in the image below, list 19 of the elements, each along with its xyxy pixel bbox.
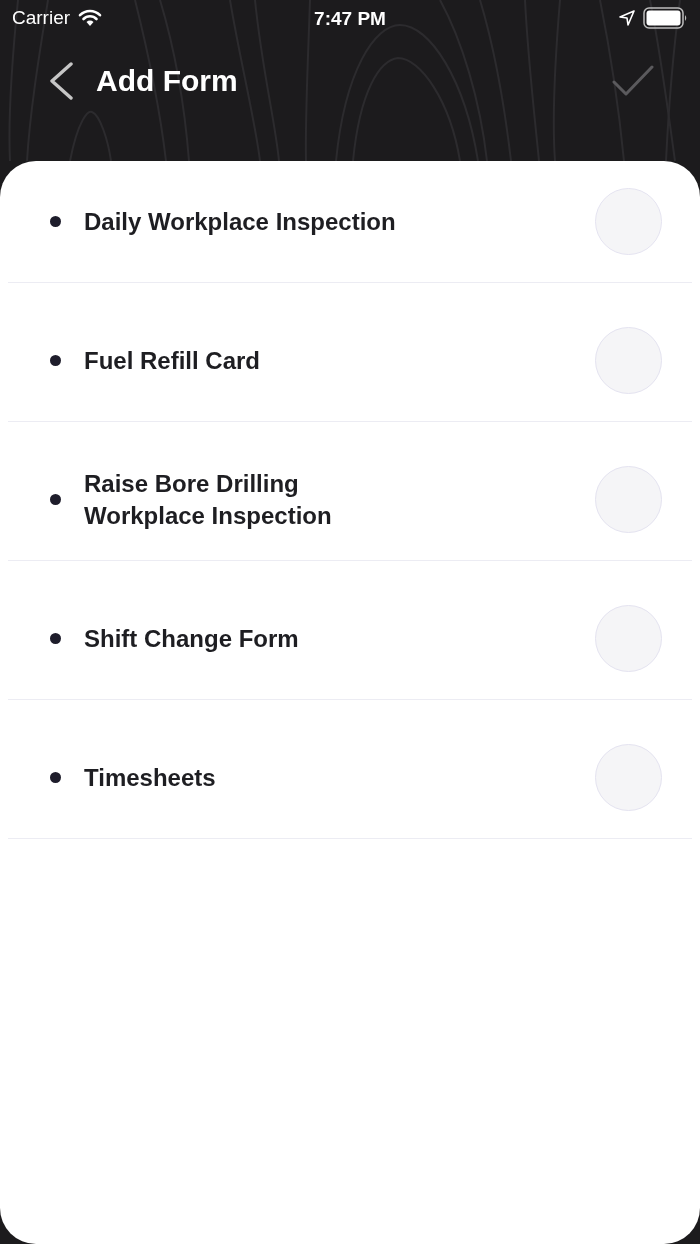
back-button[interactable] xyxy=(48,62,74,100)
bullet-icon xyxy=(50,633,61,644)
bullet-icon xyxy=(50,772,61,783)
bullet-icon xyxy=(50,216,61,227)
form-name: Raise Bore Drilling Workplace Inspection xyxy=(84,468,333,531)
form-name: Daily Workplace Inspection xyxy=(84,206,396,237)
carrier-name: Carrier xyxy=(12,5,71,30)
page-title: Add Form xyxy=(96,63,238,99)
form-name: Timesheets xyxy=(84,762,216,793)
bullet-icon xyxy=(50,494,61,505)
location-arrow-icon xyxy=(619,10,635,26)
form-name: Shift Change Form xyxy=(84,623,299,654)
checkmark-icon xyxy=(612,65,654,97)
clock-time: 7:47 PM xyxy=(314,8,386,29)
bullet-icon xyxy=(50,355,61,366)
form-name: Fuel Refill Card xyxy=(84,345,261,376)
wifi-icon xyxy=(78,9,103,27)
chevron-left-icon xyxy=(48,62,74,100)
battery-icon xyxy=(643,7,688,29)
